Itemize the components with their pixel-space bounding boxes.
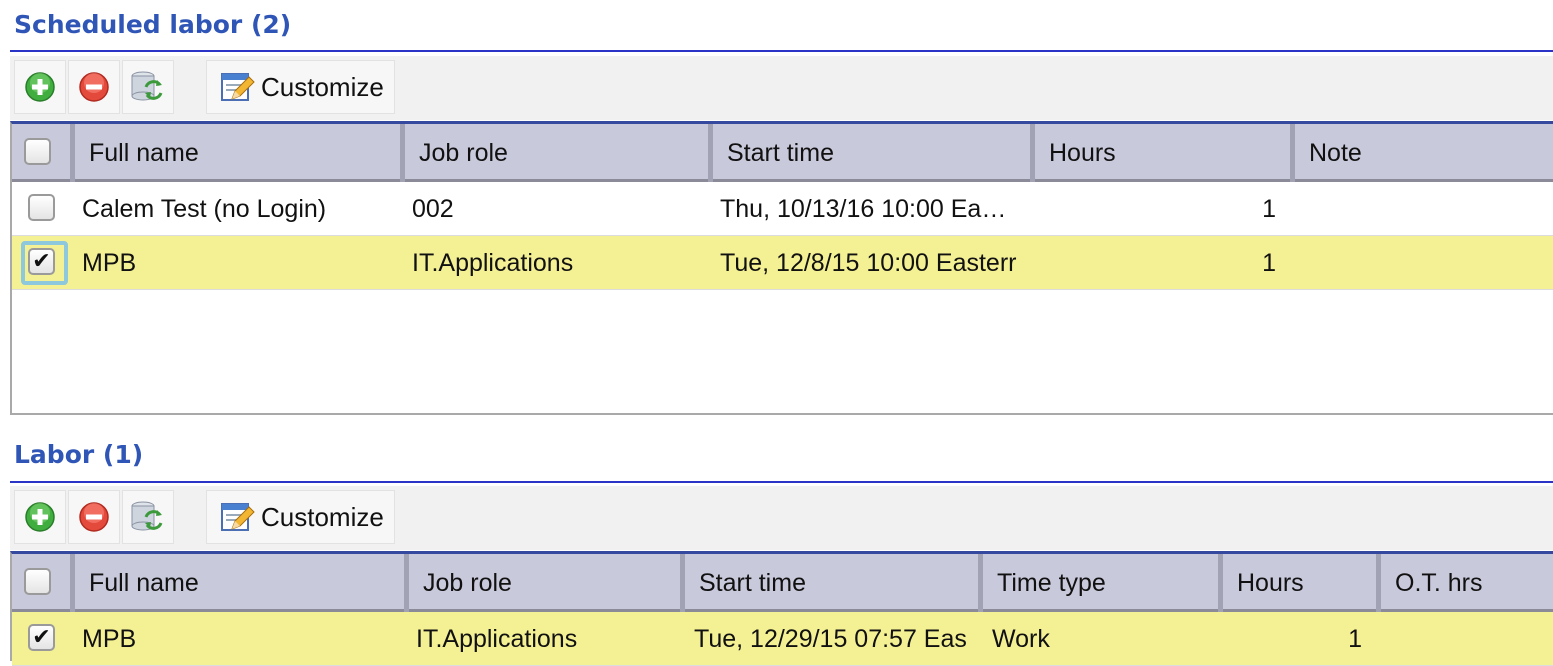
cell-note (1302, 182, 1552, 236)
checkmark-icon: ✔ (28, 624, 55, 651)
customize-icon (221, 73, 255, 101)
cell-start-time: Thu, 10/13/16 10:00 Ea… (720, 194, 1007, 223)
column-header-hours[interactable]: Hours (1030, 124, 1290, 182)
customize-icon (221, 503, 255, 531)
scheduled-toolbar: Customize (10, 56, 1553, 120)
cell-hours: 1 (1262, 194, 1276, 223)
cell-job-role: IT.Applications (412, 248, 574, 277)
scheduled-refresh-button[interactable] (122, 60, 174, 114)
labor-title-divider (10, 481, 1553, 483)
cell-job-role: IT.Applications (416, 624, 578, 653)
labor-add-button[interactable] (14, 490, 66, 544)
labor-refresh-button[interactable] (122, 490, 174, 544)
cell-full-name: MPB (82, 624, 137, 653)
cell-full-name: Calem Test (no Login) (82, 194, 327, 223)
customize-label: Customize (261, 71, 384, 102)
column-header-full-name[interactable]: Full name (70, 554, 404, 612)
cell-time-type: Work (992, 624, 1050, 653)
scheduled-customize-button[interactable]: Customize (206, 60, 395, 114)
column-header-time-type[interactable]: Time type (978, 554, 1218, 612)
checkmark-icon: ✔ (28, 248, 55, 275)
table-row[interactable]: ✔ MPB IT.Applications Tue, 12/29/15 07:5… (12, 612, 1553, 666)
cell-job-role: 002 (412, 194, 454, 223)
labor-remove-button[interactable] (68, 490, 120, 544)
column-header-full-name[interactable]: Full name (70, 124, 400, 182)
refresh-icon (131, 71, 163, 101)
add-circle-icon (25, 72, 55, 102)
column-header-hours[interactable]: Hours (1218, 554, 1376, 612)
column-header-job-role[interactable]: Job role (400, 124, 708, 182)
row-checkbox[interactable]: ✔ (28, 624, 55, 651)
scheduled-title-divider (10, 50, 1553, 52)
cell-full-name: MPB (82, 248, 137, 277)
column-header-job-role[interactable]: Job role (404, 554, 680, 612)
remove-circle-icon (79, 502, 109, 532)
labor-select-all-checkbox[interactable] (24, 568, 51, 595)
refresh-icon (131, 501, 163, 531)
remove-circle-icon (79, 72, 109, 102)
cell-hours: 1 (1262, 248, 1276, 277)
cell-note (1302, 236, 1552, 290)
column-header-note[interactable]: Note (1290, 124, 1553, 182)
customize-label: Customize (261, 501, 384, 532)
row-checkbox[interactable] (28, 194, 55, 221)
labor-customize-button[interactable]: Customize (206, 490, 395, 544)
table-row[interactable]: ✔ MPB IT.Applications Tue, 12/8/15 10:00… (12, 236, 1553, 290)
scheduled-labor-title: Scheduled labor (2) (14, 10, 292, 39)
labor-title: Labor (1) (14, 440, 144, 469)
column-header-start-time[interactable]: Start time (680, 554, 978, 612)
row-checkbox[interactable]: ✔ (28, 248, 55, 275)
column-header-ot-hrs[interactable]: O.T. hrs (1376, 554, 1546, 612)
labor-grid: Full name Job role Start time Time type … (10, 551, 1553, 666)
cell-start-time: Tue, 12/8/15 10:00 Easterr (720, 248, 1017, 277)
scheduled-add-button[interactable] (14, 60, 66, 114)
labor-toolbar: Customize (10, 486, 1553, 550)
cell-ot-hrs (1388, 612, 1538, 666)
scheduled-select-all-checkbox[interactable] (24, 138, 51, 165)
column-header-start-time[interactable]: Start time (708, 124, 1030, 182)
scheduled-grid-header: Full name Job role Start time Hours Note (12, 124, 1553, 182)
scheduled-labor-grid: Full name Job role Start time Hours Note… (10, 121, 1553, 415)
labor-grid-header: Full name Job role Start time Time type … (12, 554, 1553, 612)
cell-hours: 1 (1348, 624, 1362, 653)
table-row[interactable]: Calem Test (no Login) 002 Thu, 10/13/16 … (12, 182, 1553, 236)
cell-start-time: Tue, 12/29/15 07:57 Eas (694, 624, 967, 653)
scheduled-remove-button[interactable] (68, 60, 120, 114)
add-circle-icon (25, 502, 55, 532)
